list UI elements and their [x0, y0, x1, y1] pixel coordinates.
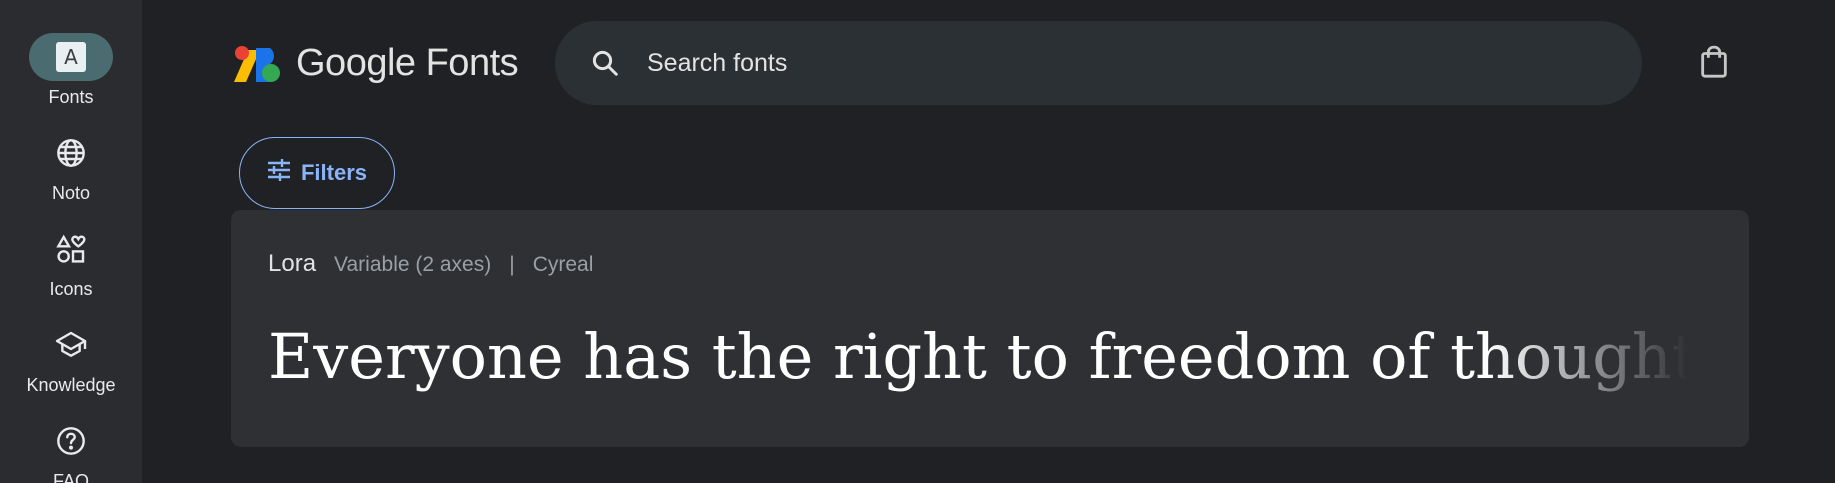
school-icon	[29, 321, 113, 369]
rail-item-icons[interactable]: Icons	[0, 225, 142, 300]
meta-separator: |	[509, 253, 515, 276]
filters-button[interactable]: Filters	[239, 137, 395, 209]
shopping-bag-button[interactable]	[1692, 42, 1736, 86]
filters-label: Filters	[300, 160, 368, 185]
brand-name: Google Fonts	[296, 42, 519, 84]
font-designer[interactable]: Cyreal	[533, 253, 594, 277]
google-fonts-logo[interactable]: Google Fonts	[232, 42, 519, 85]
font-variable-axes: Variable (2 axes)	[334, 253, 492, 276]
tune-icon	[267, 159, 291, 187]
navigation-rail: A Fonts Noto Icons Knowledge FAQ	[0, 0, 142, 483]
shopping-bag-icon	[1699, 45, 1729, 84]
rail-label-fonts: Fonts	[48, 87, 94, 107]
font-preview-text[interactable]: Everyone has the right to freedom of tho…	[268, 320, 1688, 410]
search-icon	[575, 48, 635, 78]
globe-icon	[29, 129, 113, 177]
rail-item-fonts[interactable]: A Fonts	[0, 33, 142, 108]
active-indicator: A	[29, 33, 113, 81]
search-bar[interactable]	[555, 21, 1642, 105]
font-name[interactable]: Lora	[268, 250, 316, 278]
font-icon: A	[56, 42, 86, 72]
rail-item-faq[interactable]: FAQ	[0, 417, 142, 483]
search-input[interactable]	[647, 48, 1547, 78]
rail-item-noto[interactable]: Noto	[0, 129, 142, 204]
google-fonts-logo-icon	[234, 45, 280, 82]
font-meta: Lora Variable (2 axes) | Cyreal	[268, 250, 593, 278]
rail-label-icons: Icons	[49, 279, 93, 299]
help-icon	[29, 417, 113, 465]
app-root: A Fonts Noto Icons Knowledge FAQ Google …	[0, 0, 1835, 483]
font-card-lora[interactable]: Lora Variable (2 axes) | Cyreal Everyone…	[231, 210, 1749, 447]
rail-label-faq: FAQ	[52, 471, 89, 483]
rail-label-knowledge: Knowledge	[26, 375, 116, 395]
shapes-icon	[29, 225, 113, 273]
rail-label-noto: Noto	[51, 183, 91, 203]
rail-item-knowledge[interactable]: Knowledge	[0, 321, 142, 396]
